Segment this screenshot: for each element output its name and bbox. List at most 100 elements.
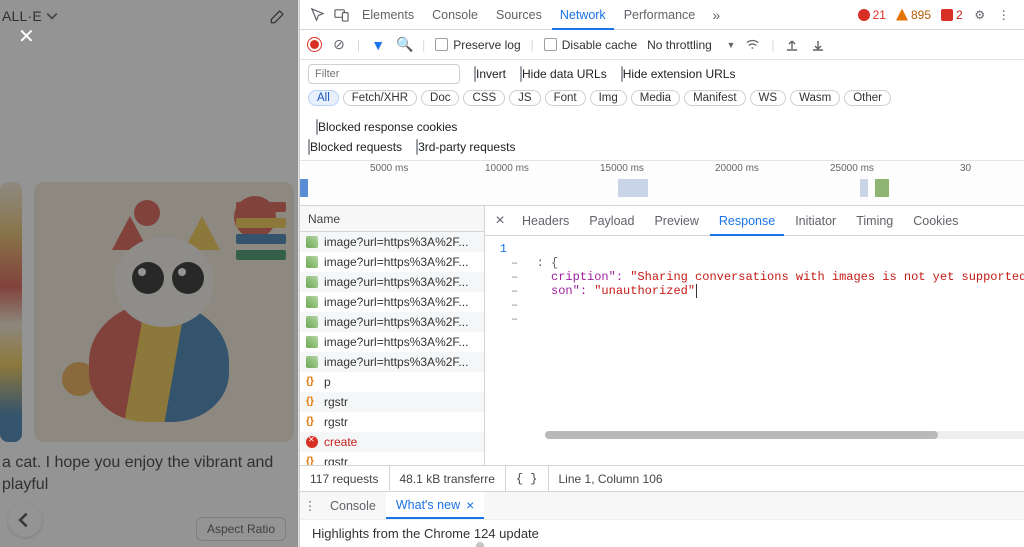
drawer-close-icon[interactable]: × [1015, 492, 1024, 519]
disable-cache-checkbox[interactable]: Disable cache [544, 38, 637, 52]
app-title[interactable]: ALL·E [2, 8, 58, 24]
invert-checkbox[interactable]: Invert [474, 67, 506, 81]
tab-elements[interactable]: Elements [354, 0, 422, 30]
aspect-ratio-button[interactable]: Aspect Ratio [196, 517, 286, 541]
drawer-tab-console[interactable]: Console [320, 492, 386, 519]
issue-count[interactable]: 2 [937, 8, 967, 22]
request-name: rgstr [324, 395, 348, 409]
request-row[interactable]: {}rgstr [300, 452, 484, 465]
request-name: image?url=https%3A%2F... [324, 355, 468, 369]
hide-data-urls-checkbox[interactable]: Hide data URLs [520, 67, 607, 81]
request-row[interactable]: image?url=https%3A%2F... [300, 312, 484, 332]
dtab-timing[interactable]: Timing [847, 206, 902, 236]
download-icon[interactable] [811, 38, 827, 52]
request-row[interactable]: {}p [300, 372, 484, 392]
scrollbar-thumb[interactable] [476, 542, 484, 547]
request-row[interactable]: image?url=https%3A%2F... [300, 292, 484, 312]
tab-console[interactable]: Console [424, 0, 486, 30]
dtab-cookies[interactable]: Cookies [904, 206, 967, 236]
request-name: create [324, 435, 357, 449]
third-party-checkbox[interactable]: 3rd-party requests [416, 140, 515, 154]
request-row[interactable]: {}rgstr [300, 392, 484, 412]
tick: 30 [960, 163, 971, 174]
blocked-requests-checkbox[interactable]: Blocked requests [308, 140, 402, 154]
blocked-cookies-checkbox[interactable]: Blocked response cookies [316, 120, 457, 134]
request-detail: × Headers Payload Preview Response Initi… [485, 206, 1024, 465]
chip-ws[interactable]: WS [750, 90, 787, 106]
request-row[interactable]: {}rgstr [300, 412, 484, 432]
preserve-log-checkbox[interactable]: Preserve log [435, 38, 520, 52]
search-icon[interactable]: 🔍 [396, 36, 412, 53]
tab-network[interactable]: Network [552, 0, 614, 30]
record-button[interactable] [308, 38, 321, 51]
hide-ext-urls-checkbox[interactable]: Hide extension URLs [621, 67, 736, 81]
tick: 20000 ms [715, 163, 759, 174]
error-icon [306, 436, 318, 448]
detail-close-icon[interactable]: × [489, 212, 511, 230]
close-icon[interactable]: ✕ [18, 24, 35, 49]
image-thumb-prev[interactable] [0, 182, 22, 442]
chevron-left-icon [17, 512, 33, 528]
h-scrollbar[interactable] [545, 431, 1024, 439]
tab-sources[interactable]: Sources [488, 0, 550, 30]
type-filter-chips: All Fetch/XHR Doc CSS JS Font Img Media … [308, 90, 891, 106]
drawer-kebab-icon[interactable]: ⋮ [300, 492, 320, 519]
chip-wasm[interactable]: Wasm [790, 90, 840, 106]
throttling-select[interactable]: No throttling ▼ [647, 38, 735, 52]
filter-input[interactable] [308, 64, 460, 84]
image-icon [306, 336, 318, 348]
json-icon: {} [306, 456, 318, 465]
chip-img[interactable]: Img [590, 90, 627, 106]
chip-doc[interactable]: Doc [421, 90, 459, 106]
tab-performance[interactable]: Performance [616, 0, 704, 30]
pretty-print-icon[interactable]: { } [506, 466, 549, 491]
device-toolbar-icon[interactable] [330, 7, 352, 22]
dtab-payload[interactable]: Payload [580, 206, 643, 236]
wifi-icon[interactable] [745, 37, 761, 52]
request-name: image?url=https%3A%2F... [324, 255, 468, 269]
json-icon: {} [306, 416, 318, 428]
image-icon [306, 316, 318, 328]
request-name: image?url=https%3A%2F... [324, 295, 468, 309]
image-icon [306, 296, 318, 308]
response-body[interactable]: 1 – : { – cription": "Sharing conversati… [485, 236, 1024, 465]
image-icon [306, 276, 318, 288]
error-count[interactable]: 21 [854, 8, 890, 22]
gear-icon[interactable]: ⚙ [969, 8, 991, 22]
drawer-tabs: ⋮ Console What's new× × [300, 491, 1024, 519]
dtab-response[interactable]: Response [710, 206, 784, 236]
chip-all[interactable]: All [308, 90, 339, 106]
close-devtools-icon[interactable]: ✕ [1017, 8, 1024, 22]
filter-icon[interactable]: ▼ [370, 37, 386, 53]
upload-icon[interactable] [785, 38, 801, 52]
compose-icon[interactable] [268, 6, 288, 26]
inspect-icon[interactable] [306, 7, 328, 22]
timeline-overview[interactable]: 5000 ms 10000 ms 15000 ms 20000 ms 25000… [300, 161, 1024, 206]
image-thumb-main[interactable] [34, 182, 294, 442]
request-row[interactable]: image?url=https%3A%2F... [300, 232, 484, 252]
request-row[interactable]: image?url=https%3A%2F... [300, 332, 484, 352]
chip-manifest[interactable]: Manifest [684, 90, 745, 106]
request-row[interactable]: image?url=https%3A%2F... [300, 272, 484, 292]
dtab-headers[interactable]: Headers [513, 206, 578, 236]
chip-js[interactable]: JS [509, 90, 540, 106]
chip-fetchxhr[interactable]: Fetch/XHR [343, 90, 417, 106]
chip-css[interactable]: CSS [463, 90, 505, 106]
prev-button[interactable] [8, 503, 42, 537]
kebab-icon[interactable]: ⋮ [993, 8, 1015, 22]
drawer-tab-whatsnew[interactable]: What's new× [386, 492, 484, 519]
caption-text: a cat. I hope you enjoy the vibrant and … [0, 442, 298, 495]
request-row[interactable]: image?url=https%3A%2F... [300, 252, 484, 272]
dtab-preview[interactable]: Preview [645, 206, 707, 236]
chip-other[interactable]: Other [844, 90, 891, 106]
more-tabs-icon[interactable]: » [705, 7, 727, 23]
clear-icon[interactable]: ⊘ [331, 36, 347, 53]
request-row[interactable]: create [300, 432, 484, 452]
dtab-initiator[interactable]: Initiator [786, 206, 845, 236]
chip-media[interactable]: Media [631, 90, 680, 106]
request-row[interactable]: image?url=https%3A%2F... [300, 352, 484, 372]
request-name: image?url=https%3A%2F... [324, 275, 468, 289]
chip-font[interactable]: Font [545, 90, 586, 106]
warning-count[interactable]: 895 [892, 8, 935, 22]
column-header-name[interactable]: Name [300, 206, 484, 232]
